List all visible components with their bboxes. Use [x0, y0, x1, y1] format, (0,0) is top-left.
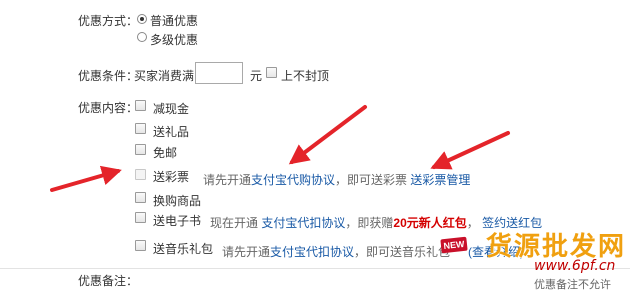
arrow-to-lottery-management — [430, 131, 510, 170]
watermark-url: www.6pf.cn — [534, 258, 616, 274]
arrow-to-lottery-checkbox — [50, 165, 122, 192]
arrow-to-purchase-agreement — [288, 105, 367, 165]
